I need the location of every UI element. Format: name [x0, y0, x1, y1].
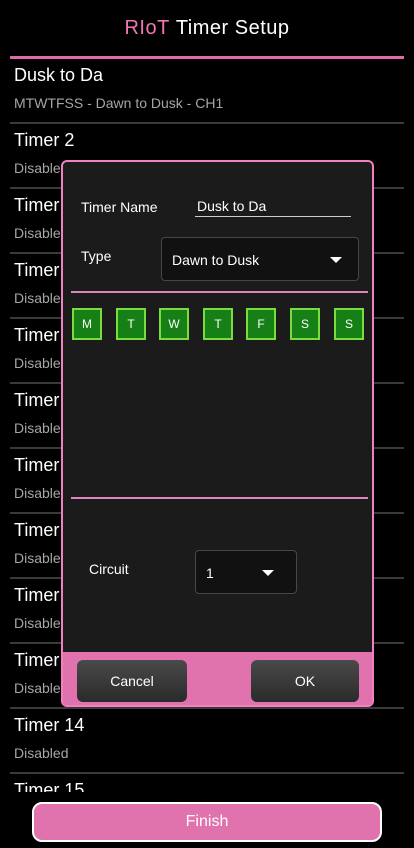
day-toggle-mon[interactable]: M — [72, 308, 102, 340]
app-title: Timer Setup — [175, 16, 290, 39]
timer-name: Dusk to Da — [14, 65, 104, 85]
type-label: Type — [81, 248, 112, 264]
timer-detail: MTWTFSS - Dawn to Dusk - CH1 — [14, 95, 224, 111]
ok-button[interactable]: OK — [251, 660, 359, 702]
circuit-label: Circuit — [89, 561, 129, 577]
circuit-dropdown[interactable]: 1 — [195, 550, 297, 594]
timer-detail: Disabled — [14, 745, 69, 761]
timer-name: Timer 14 — [14, 715, 85, 735]
circuit-dropdown-value: 1 — [206, 565, 214, 581]
timer-name-underline — [195, 216, 351, 217]
timer-edit-dialog: Timer Name Dusk to Da Type Dawn to Dusk … — [61, 160, 374, 707]
day-toggle-tue[interactable]: T — [116, 308, 146, 340]
type-dropdown[interactable]: Dawn to Dusk — [161, 237, 359, 281]
divider — [71, 497, 368, 499]
timer-row[interactable]: Timer 14 Disabled — [10, 709, 404, 774]
day-toggle-wed[interactable]: W — [159, 308, 189, 340]
day-toggle-thu[interactable]: T — [203, 308, 233, 340]
app-title-brand: RIoT — [124, 16, 170, 39]
app-title-bar: RIoT Timer Setup — [10, 0, 404, 59]
finish-button[interactable]: Finish — [32, 802, 382, 842]
cancel-button[interactable]: Cancel — [77, 660, 187, 702]
day-toggle-fri[interactable]: F — [246, 308, 276, 340]
timer-row[interactable]: Dusk to Da MTWTFSS - Dawn to Dusk - CH1 — [10, 59, 404, 124]
day-toggle-sat[interactable]: S — [290, 308, 320, 340]
timer-row[interactable]: Timer 15 — [10, 774, 404, 792]
timer-name: Timer 2 — [14, 130, 75, 150]
timer-name-input[interactable]: Dusk to Da — [197, 198, 266, 214]
type-dropdown-value: Dawn to Dusk — [172, 252, 260, 268]
timer-name: Timer 15 — [14, 780, 85, 792]
day-toggle-sun[interactable]: S — [334, 308, 364, 340]
divider — [71, 291, 368, 293]
chevron-down-icon — [262, 570, 274, 576]
bottom-bar: Finish — [0, 792, 414, 848]
timer-name-label: Timer Name — [81, 199, 158, 215]
chevron-down-icon — [330, 257, 342, 263]
